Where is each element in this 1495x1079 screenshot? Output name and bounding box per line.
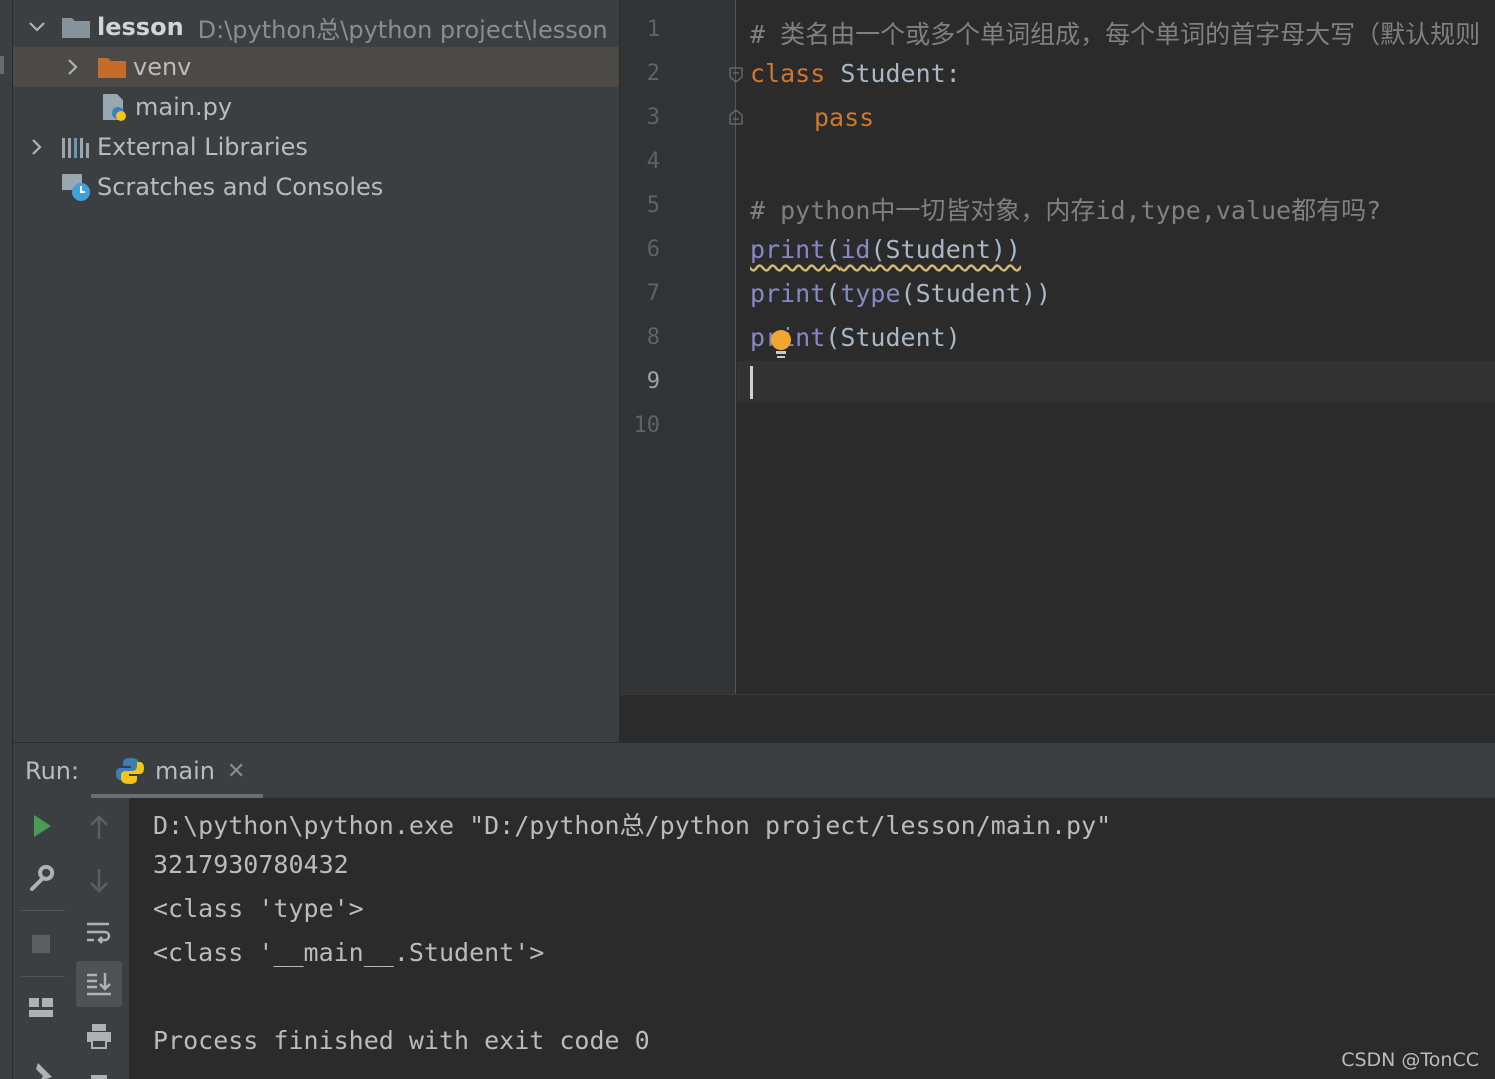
line-number: 3 (646, 105, 660, 130)
tree-item-main-py[interactable]: main.py (13, 87, 619, 127)
builtin-id: id (840, 235, 871, 264)
line-number: 8 (646, 325, 660, 350)
scroll-to-end-icon (87, 973, 111, 996)
tree-item-external-libraries[interactable]: External Libraries (13, 127, 619, 167)
root-folder-path: D:\python总\python project\lesson (197, 15, 608, 44)
fold-start-icon[interactable] (728, 67, 744, 83)
fold-end-icon[interactable] (728, 109, 744, 125)
trash-icon (91, 1075, 107, 1079)
code-line-6: print(id(Student)) (750, 235, 1021, 264)
code-line-2: class Student: (750, 59, 961, 88)
close-icon[interactable]: ✕ (227, 759, 245, 784)
tree-item-label: venv (133, 53, 192, 81)
console-output[interactable]: D:\python\python.exe "D:/python总/python … (129, 798, 1495, 1079)
console-line: D:\python\python.exe "D:/python总/python … (153, 811, 1112, 840)
libraries-icon (61, 134, 91, 160)
python-file-icon (99, 94, 129, 121)
keyword-pass: pass (814, 103, 875, 132)
tool-strip-marker (0, 56, 4, 74)
tree-item-label: main.py (135, 93, 233, 121)
folder-icon (61, 14, 91, 40)
line-number: 4 (646, 149, 660, 174)
toolbar-separator (21, 976, 65, 977)
left-tool-strip (0, 0, 13, 1079)
soft-wrap-icon (87, 922, 111, 944)
line-number: 7 (646, 281, 660, 306)
layout-button[interactable] (21, 988, 61, 1028)
print-button[interactable] (79, 1016, 119, 1056)
line-number: 2 (646, 61, 660, 86)
current-line-highlight (737, 361, 1495, 403)
line-number: 6 (646, 237, 660, 262)
scroll-down-button[interactable] (79, 860, 119, 900)
soft-wrap-button[interactable] (79, 912, 119, 952)
builtin-type: type (840, 279, 901, 308)
lightbulb-icon[interactable] (769, 328, 793, 362)
code-line-1: # 类名由一个或多个单词组成，每个单词的首字母大写（默认规则 (750, 20, 1481, 49)
watermark: CSDN @TonCC (1341, 1049, 1479, 1071)
run-title: Run: (25, 757, 80, 785)
rerun-button[interactable] (21, 806, 61, 846)
run-tab-label: main (155, 757, 215, 785)
chevron-right-icon[interactable] (27, 137, 47, 157)
printer-icon (87, 1024, 111, 1049)
wrench-icon (30, 864, 55, 891)
chevron-down-icon[interactable] (27, 17, 47, 37)
call-args: (Student) (825, 323, 961, 352)
arrow-down-icon (90, 869, 108, 893)
scroll-to-end-button[interactable] (76, 961, 122, 1007)
python-icon (116, 758, 144, 784)
paren: ( (825, 279, 841, 308)
toolbar-separator (21, 910, 65, 911)
line-number-gutter: 1 2 3 4 5 6 7 8 9 10 (620, 0, 743, 694)
pin-icon (36, 1063, 52, 1079)
console-line: Process finished with exit code 0 (153, 1026, 650, 1055)
tree-root-lesson[interactable]: lesson D:\python总\python project\lesson (13, 7, 619, 47)
tree-item-scratches[interactable]: Scratches and Consoles (13, 167, 619, 207)
tree-item-label: Scratches and Consoles (97, 173, 384, 201)
keyword-class: class (750, 59, 826, 88)
paren: ( (825, 235, 841, 264)
code-line-7: print(type(Student)) (750, 279, 1051, 308)
code-line-3: pass (814, 103, 874, 132)
run-tab-main[interactable]: main ✕ (91, 743, 263, 799)
console-line: 3217930780432 (153, 850, 349, 879)
play-icon (34, 815, 51, 837)
arrow-up-icon (90, 815, 108, 839)
tree-item-label: External Libraries (97, 133, 308, 161)
text-caret (750, 366, 753, 399)
editor-bottom-area (620, 694, 1495, 742)
pin-button[interactable] (21, 1054, 61, 1079)
class-name: Student: (825, 59, 961, 88)
code-editor[interactable]: 1 2 3 4 5 6 7 8 9 10 # 类名由一个或多个单词组成，每个单词… (620, 0, 1495, 742)
scroll-up-button[interactable] (79, 808, 119, 848)
call-args: (Student)) (900, 279, 1052, 308)
run-toolbar (13, 798, 129, 1079)
call-args: (Student)) (870, 235, 1021, 264)
tree-item-venv[interactable]: venv (13, 47, 619, 87)
chevron-right-icon[interactable] (63, 57, 83, 77)
line-number: 5 (646, 193, 660, 218)
layout-icon (29, 998, 53, 1017)
scratches-icon (61, 174, 91, 201)
run-tool-window-header: Run: main ✕ (13, 742, 1495, 799)
console-line: <class 'type'> (153, 894, 364, 923)
builtin-print: print (750, 235, 826, 264)
excluded-folder-icon (97, 54, 127, 80)
code-line-5: # python中一切皆对象，内存id,type,value都有吗? (750, 196, 1382, 225)
root-folder-name: lesson (97, 13, 184, 41)
stop-button[interactable] (21, 924, 61, 964)
line-number: 1 (646, 17, 660, 42)
line-number: 10 (633, 413, 661, 438)
settings-button[interactable] (21, 858, 61, 898)
line-number-current: 9 (646, 369, 660, 394)
console-line: <class '__main__.Student'> (153, 938, 545, 967)
stop-icon (32, 935, 50, 953)
builtin-print: print (750, 279, 826, 308)
delete-button[interactable] (79, 1064, 119, 1079)
project-tool-window: lesson D:\python总\python project\lesson … (13, 0, 619, 742)
